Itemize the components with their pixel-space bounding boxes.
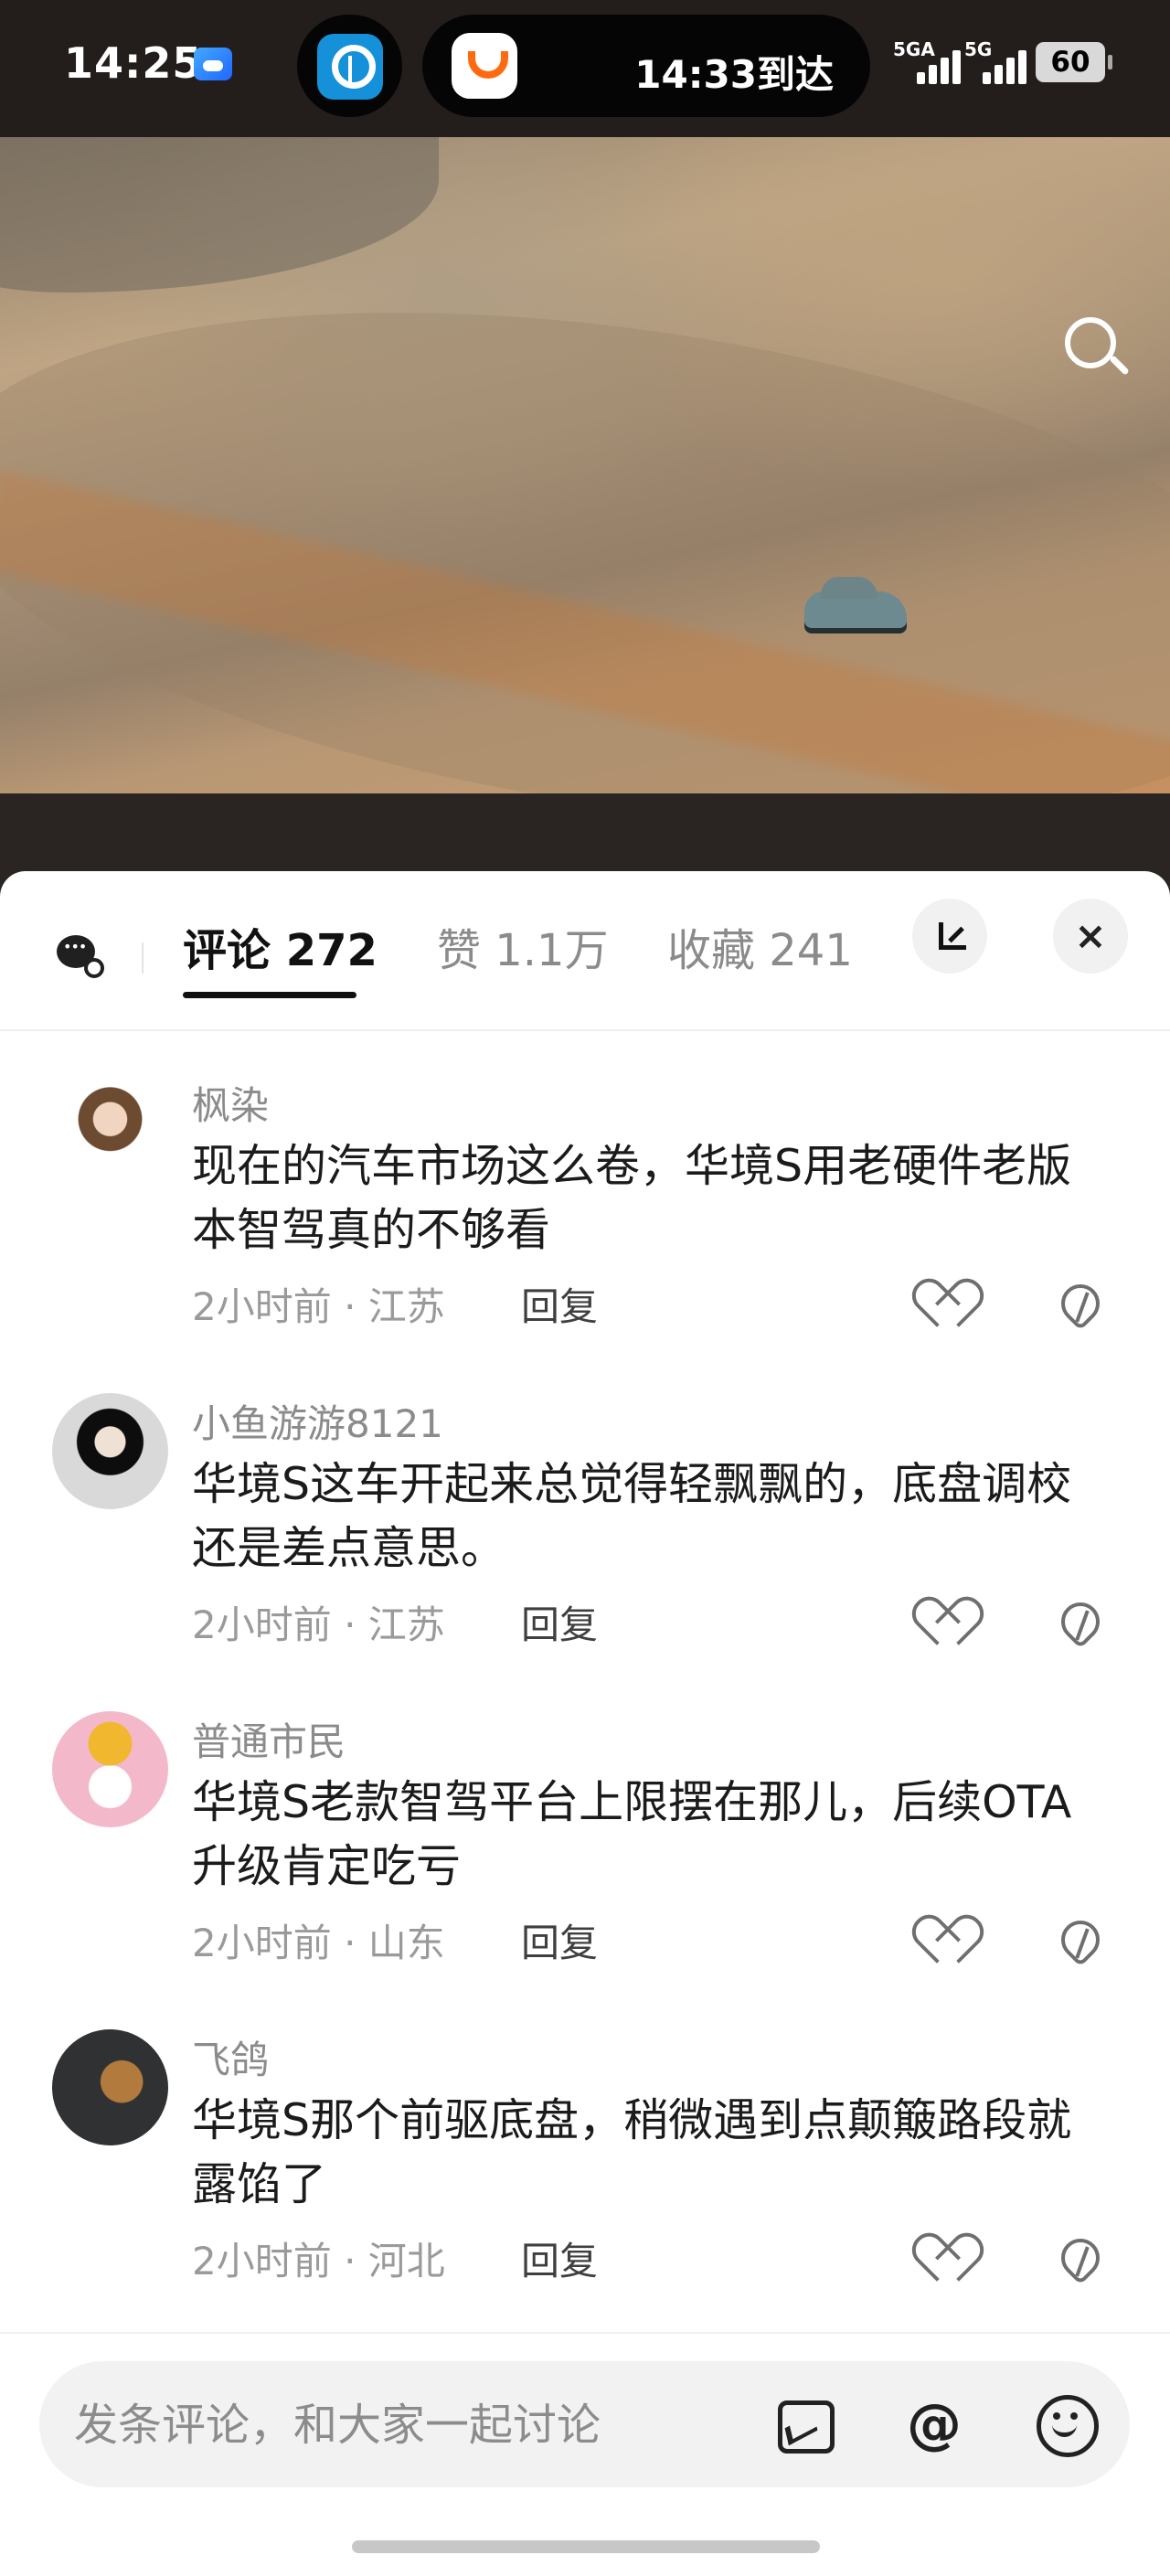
car-image bbox=[804, 577, 907, 628]
reply-button[interactable]: 回复 bbox=[521, 1594, 598, 1650]
like-icon[interactable] bbox=[925, 1597, 980, 1647]
didi-app-icon bbox=[452, 33, 517, 99]
dislike-icon[interactable] bbox=[1054, 1915, 1109, 1965]
weather-icon bbox=[194, 48, 232, 80]
comment-author[interactable]: 飞鸽 bbox=[192, 2029, 269, 2085]
emoji-icon[interactable] bbox=[1034, 2392, 1099, 2457]
active-tab-indicator bbox=[183, 992, 356, 998]
header-divider bbox=[142, 942, 144, 974]
battery-icon: 60 bbox=[1036, 42, 1112, 82]
comment-time-location: 2小时前 · 江苏 bbox=[192, 1284, 445, 1329]
signal-icon: 5G bbox=[964, 38, 1036, 84]
comment-item: 飞鸽 华境S那个前驱底盘，稍微遇到点颠簸路段就露馅了 2小时前 · 河北 回复 bbox=[0, 2029, 1170, 2347]
comments-header: 评论 272 赞 1.1万 收藏 241 × bbox=[0, 871, 1170, 1031]
signal-icon: 5GA bbox=[893, 38, 964, 84]
mountain-shadow bbox=[0, 137, 439, 293]
comment-author[interactable]: 小鱼游游8121 bbox=[192, 1393, 443, 1449]
comment-time-location: 2小时前 · 山东 bbox=[192, 1921, 445, 1965]
comment-input[interactable] bbox=[72, 2391, 771, 2459]
dynamic-island-trip-status[interactable]: 14:33到达 bbox=[422, 15, 870, 117]
comment-item: 普通市民 华境S老款智驾平台上限摆在那儿，后续OTA升级肯定吃亏 2小时前 · … bbox=[0, 1711, 1170, 2029]
avatar[interactable] bbox=[52, 1711, 168, 1827]
comment-text: 现在的汽车市场这么卷，华境S用老硬件老版本智驾真的不够看 bbox=[192, 1140, 1072, 1256]
avatar[interactable] bbox=[52, 1393, 168, 1509]
status-time: 14:25 bbox=[64, 38, 203, 88]
dislike-icon[interactable] bbox=[1054, 1279, 1109, 1329]
comment-input-bar: @ bbox=[0, 2332, 1170, 2576]
comment-time-location: 2小时前 · 河北 bbox=[192, 2239, 445, 2283]
expand-icon[interactable] bbox=[912, 899, 987, 974]
reply-button[interactable]: 回复 bbox=[521, 2230, 598, 2286]
avatar[interactable] bbox=[52, 2029, 168, 2145]
like-icon[interactable] bbox=[925, 2233, 980, 2283]
emoji-eye-right bbox=[1070, 2412, 1078, 2420]
network-label: 5GA bbox=[893, 38, 935, 60]
avatar[interactable] bbox=[52, 1075, 168, 1191]
video-preview[interactable] bbox=[0, 137, 1170, 793]
comment-time-location: 2小时前 · 江苏 bbox=[192, 1602, 445, 1647]
comment-text: 华境S这车开起来总觉得轻飘飘的，底盘调校还是差点意思。 bbox=[192, 1458, 1072, 1574]
image-icon[interactable] bbox=[771, 2392, 835, 2456]
comment-item: 小鱼游游8121 华境S这车开起来总觉得轻飘飘的，底盘调校还是差点意思。 2小时… bbox=[0, 1393, 1170, 1711]
reply-button[interactable]: 回复 bbox=[521, 1912, 598, 1968]
arrival-time: 14:33到达 bbox=[634, 52, 834, 97]
emoji-eye-left bbox=[1053, 2412, 1060, 2420]
comment-text: 华境S老款智驾平台上限摆在那儿，后续OTA升级肯定吃亏 bbox=[192, 1776, 1072, 1892]
close-icon[interactable]: × bbox=[1053, 899, 1128, 974]
railway-app-bubble[interactable] bbox=[297, 15, 402, 117]
comments-panel: 评论 272 赞 1.1万 收藏 241 × 枫染 现在的汽车市场这么卷，华境S… bbox=[0, 871, 1170, 2574]
like-icon[interactable] bbox=[925, 1915, 980, 1965]
network-label: 5G bbox=[964, 38, 993, 60]
search-icon[interactable] bbox=[1065, 317, 1129, 381]
reply-button[interactable]: 回复 bbox=[521, 1276, 598, 1332]
dislike-icon[interactable] bbox=[1054, 1597, 1109, 1647]
mention-icon[interactable]: @ bbox=[902, 2392, 966, 2456]
comment-item: 枫染 现在的汽车市场这么卷，华境S用老硬件老版本智驾真的不够看 2小时前 · 江… bbox=[0, 1075, 1170, 1393]
dislike-icon[interactable] bbox=[1054, 2233, 1109, 2283]
tab-likes[interactable]: 赞 1.1万 bbox=[437, 914, 609, 978]
tab-favorites[interactable]: 收藏 241 bbox=[667, 914, 853, 978]
railway-app-icon bbox=[317, 34, 383, 100]
status-bar: 14:25 14:33到达 5GA 5G 60 bbox=[0, 0, 1170, 137]
comment-input-container[interactable]: @ bbox=[39, 2361, 1130, 2487]
home-indicator[interactable] bbox=[352, 2540, 820, 2553]
comment-author[interactable]: 普通市民 bbox=[192, 1711, 346, 1767]
ai-chat-icon[interactable] bbox=[57, 935, 104, 978]
comment-author[interactable]: 枫染 bbox=[192, 1075, 269, 1131]
tab-comments[interactable]: 评论 272 bbox=[183, 914, 378, 978]
like-icon[interactable] bbox=[925, 1279, 980, 1329]
comment-text: 华境S那个前驱底盘，稍微遇到点颠簸路段就露馅了 bbox=[192, 2094, 1072, 2210]
